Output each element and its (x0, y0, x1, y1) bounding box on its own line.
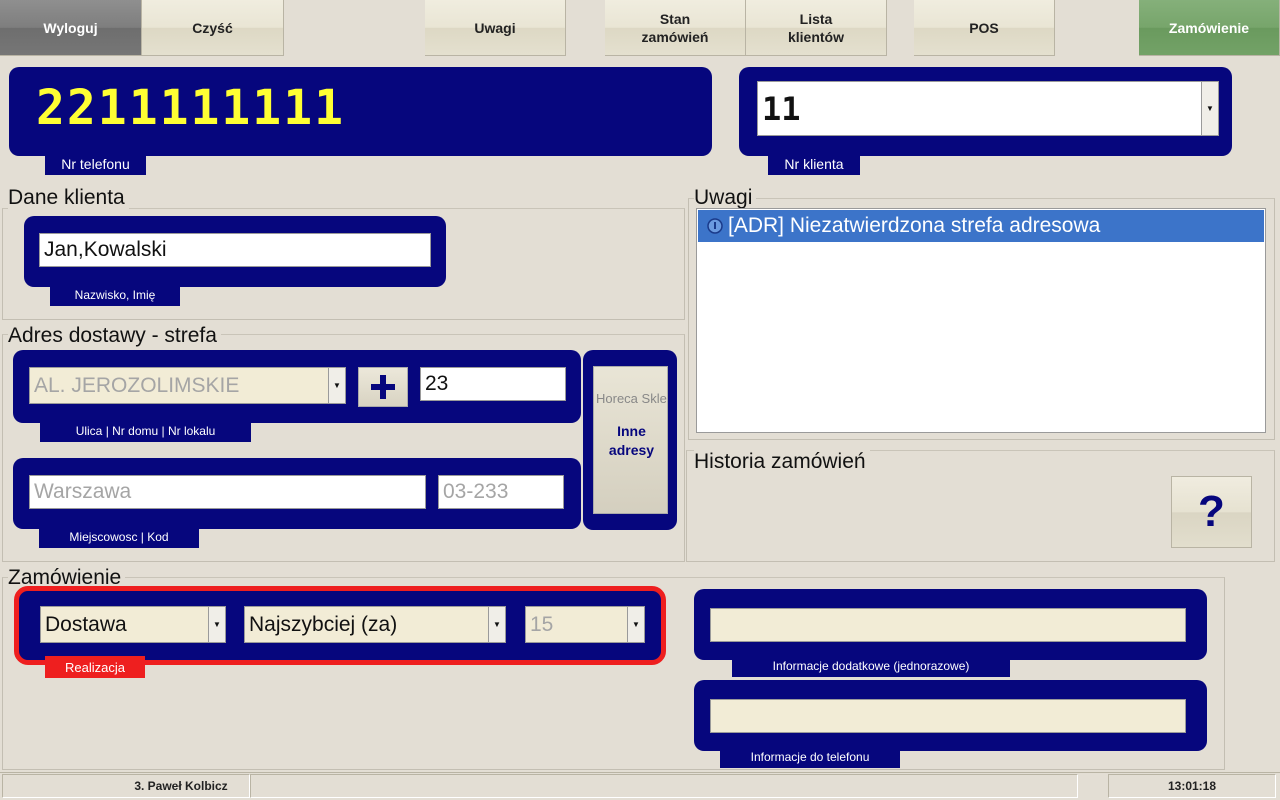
notes-button[interactable]: Uwagi (425, 0, 566, 56)
order-type-combo[interactable]: Dostawa (40, 606, 210, 643)
status-user-text: 3. Paweł Kolbicz (134, 779, 228, 793)
pos-button[interactable]: POS (914, 0, 1055, 56)
add-street-button[interactable] (358, 367, 408, 407)
postal-code-field[interactable]: 03-233 (438, 475, 564, 509)
order-type-dropdown[interactable]: ▼ (208, 606, 226, 643)
realization-label: Realizacja (45, 656, 145, 678)
note-text: [ADR] Niezatwierdzona strefa adresowa (728, 214, 1101, 237)
other-addresses-button[interactable]: Horeca Sklep Inne adresy (593, 366, 668, 514)
status-message (250, 774, 1078, 798)
city-field[interactable]: Warszawa (29, 475, 426, 509)
chevron-down-icon: ▼ (493, 620, 501, 629)
order-button[interactable]: Zamówienie (1139, 0, 1280, 56)
chevron-down-icon: ▼ (1206, 104, 1214, 113)
order-timing-combo[interactable]: Najszybciej (za) (244, 606, 490, 643)
horeca-label: Horeca Sklep (596, 391, 668, 406)
notes-title: Uwagi (694, 186, 757, 210)
phone-number[interactable]: 2211111111 (36, 80, 345, 136)
client-name-field[interactable]: Jan,Kowalski (39, 233, 431, 267)
city-label: Miejscowosc | Kod (39, 526, 199, 548)
street-label: Ulica | Nr domu | Nr lokalu (40, 420, 251, 442)
history-button[interactable]: ? (1171, 476, 1252, 548)
extra-info-field[interactable] (710, 608, 1186, 642)
other-addresses-label: Inne adresy (608, 423, 655, 458)
clear-button[interactable]: Czyść (142, 0, 284, 56)
notes-list[interactable]: [ADR] Niezatwierdzona strefa adresowa (696, 208, 1266, 433)
order-minutes-dropdown[interactable]: ▼ (627, 606, 645, 643)
plus-icon (371, 375, 395, 399)
phone-label: Nr telefonu (45, 153, 146, 175)
chevron-down-icon: ▼ (213, 620, 221, 629)
address-title: Adres dostawy - strefa (8, 324, 221, 348)
client-list-button[interactable]: Lista klientów (746, 0, 887, 56)
extra-info-label: Informacje dodatkowe (jednorazowe) (732, 655, 1010, 677)
client-data-title: Dane klienta (8, 186, 129, 210)
list-item[interactable]: [ADR] Niezatwierdzona strefa adresowa (698, 210, 1264, 242)
chevron-down-icon: ▼ (632, 620, 640, 629)
phone-info-field[interactable] (710, 699, 1186, 733)
chevron-down-icon: ▼ (333, 381, 341, 390)
client-number-dropdown[interactable]: ▼ (1201, 81, 1219, 136)
house-number-field[interactable]: 23 (420, 367, 566, 401)
status-clock: 13:01:18 (1108, 774, 1276, 798)
order-minutes-combo[interactable]: 15 (525, 606, 628, 643)
status-user: 3. Paweł Kolbicz (2, 774, 250, 798)
client-number-label: Nr klienta (768, 153, 860, 175)
history-title: Historia zamówień (694, 450, 870, 474)
street-dropdown[interactable]: ▼ (328, 367, 346, 404)
info-icon (707, 218, 723, 234)
logout-button[interactable]: Wyloguj (0, 0, 142, 56)
street-combo[interactable]: AL. JEROZOLIMSKIE (29, 367, 329, 404)
order-timing-dropdown[interactable]: ▼ (488, 606, 506, 643)
client-number-combo[interactable]: 11 (757, 81, 1203, 136)
client-name-label: Nazwisko, Imię (50, 284, 180, 306)
phone-info-label: Informacje do telefonu (720, 746, 900, 768)
order-status-button[interactable]: Stan zamówień (605, 0, 746, 56)
